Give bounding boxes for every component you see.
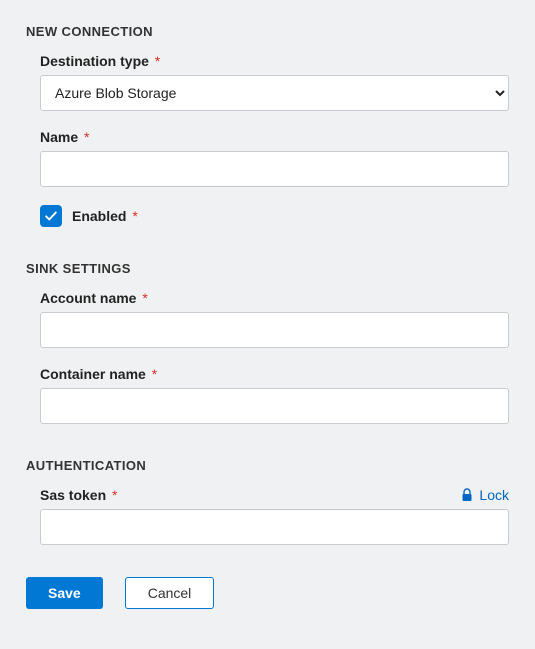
- lock-icon: [461, 488, 473, 502]
- check-icon: [44, 209, 58, 223]
- label-sas-token-text: Sas token: [40, 487, 106, 503]
- field-account-name: Account name *: [40, 290, 509, 348]
- required-indicator: *: [151, 53, 160, 69]
- section-title-new-connection: NEW CONNECTION: [26, 24, 509, 39]
- sas-token-label-row: Sas token * Lock: [40, 487, 509, 503]
- label-destination-type-text: Destination type: [40, 53, 149, 69]
- field-container-name: Container name *: [40, 366, 509, 424]
- lock-label: Lock: [479, 487, 509, 503]
- label-account-name-text: Account name: [40, 290, 136, 306]
- field-destination-type: Destination type * Azure Blob Storage: [40, 53, 509, 111]
- save-button[interactable]: Save: [26, 577, 103, 609]
- label-account-name: Account name *: [40, 290, 509, 306]
- sas-token-input[interactable]: [40, 509, 509, 545]
- enabled-label-text: Enabled: [72, 208, 126, 224]
- section-title-authentication: AUTHENTICATION: [26, 458, 509, 473]
- section-title-sink-settings: SINK SETTINGS: [26, 261, 509, 276]
- required-indicator: *: [128, 208, 137, 224]
- sink-settings-fields: Account name * Container name *: [26, 290, 509, 424]
- enabled-label: Enabled *: [72, 208, 138, 224]
- destination-type-select[interactable]: Azure Blob Storage: [40, 75, 509, 111]
- label-name-text: Name: [40, 129, 78, 145]
- required-indicator: *: [108, 487, 117, 503]
- cancel-button[interactable]: Cancel: [125, 577, 215, 609]
- field-name: Name *: [40, 129, 509, 187]
- name-input[interactable]: [40, 151, 509, 187]
- label-container-name: Container name *: [40, 366, 509, 382]
- field-sas-token: Sas token * Lock: [40, 487, 509, 545]
- form-buttons: Save Cancel: [26, 577, 509, 609]
- authentication-fields: Sas token * Lock: [26, 487, 509, 545]
- new-connection-fields: Destination type * Azure Blob Storage Na…: [26, 53, 509, 227]
- label-sas-token: Sas token *: [40, 487, 117, 503]
- required-indicator: *: [148, 366, 157, 382]
- label-container-name-text: Container name: [40, 366, 146, 382]
- label-destination-type: Destination type *: [40, 53, 509, 69]
- account-name-input[interactable]: [40, 312, 509, 348]
- container-name-input[interactable]: [40, 388, 509, 424]
- lock-button[interactable]: Lock: [461, 487, 509, 503]
- field-enabled: Enabled *: [40, 205, 509, 227]
- label-name: Name *: [40, 129, 509, 145]
- connection-form: NEW CONNECTION Destination type * Azure …: [0, 0, 535, 649]
- required-indicator: *: [138, 290, 147, 306]
- required-indicator: *: [80, 129, 89, 145]
- enabled-checkbox[interactable]: [40, 205, 62, 227]
